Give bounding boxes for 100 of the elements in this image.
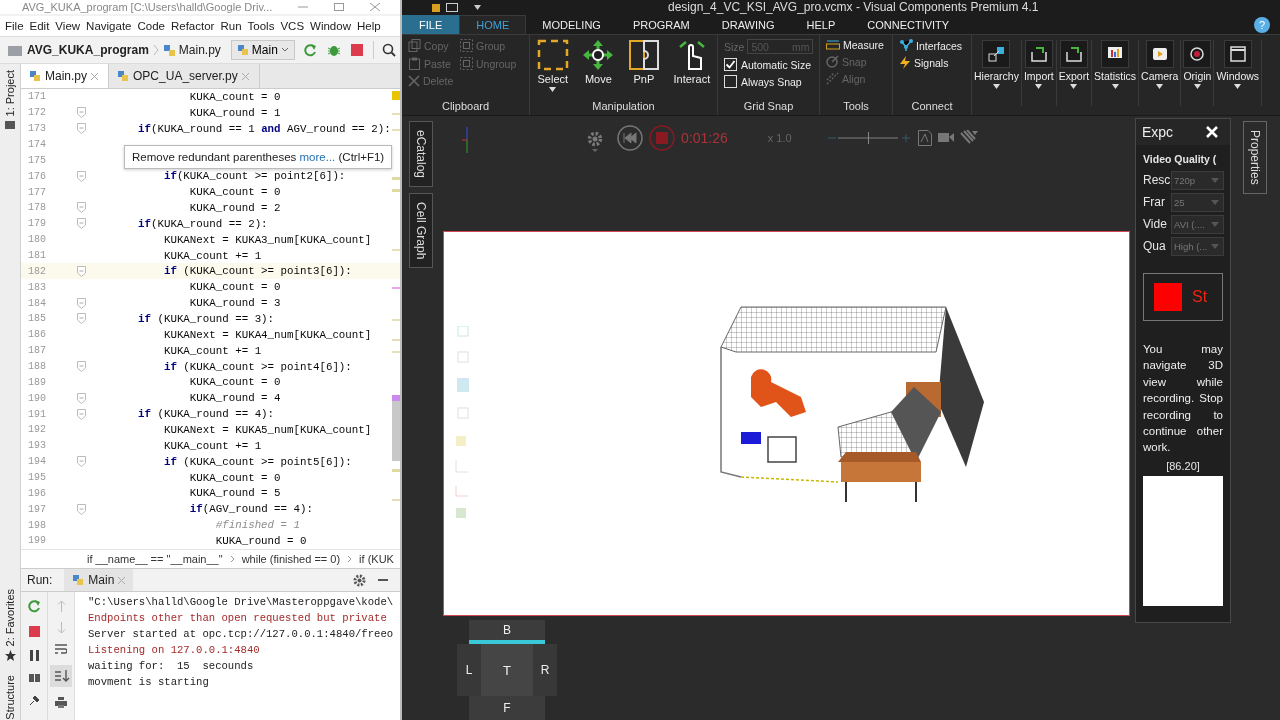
fold-marker-icon[interactable]	[77, 313, 86, 325]
export-button[interactable]: Export	[1056, 40, 1093, 106]
fold-marker-icon[interactable]	[77, 265, 86, 277]
fold-marker-icon[interactable]	[77, 361, 86, 373]
side-tab[interactable]: 2: Favorites	[4, 588, 16, 647]
copy-icon	[408, 39, 421, 52]
menu-item[interactable]: Code	[137, 20, 165, 32]
run-config-dropdown[interactable]: Main	[230, 40, 295, 60]
video-camera-icon[interactable]	[937, 132, 954, 144]
up-arrow-icon[interactable]	[56, 600, 66, 612]
fold-marker-icon[interactable]	[77, 202, 86, 214]
plus-icon[interactable]	[901, 131, 910, 144]
navigation-cube[interactable]: B L T R F	[457, 620, 557, 720]
statistics-button[interactable]: Statistics	[1092, 40, 1140, 106]
ribbon-tab[interactable]: MODELING	[526, 15, 617, 34]
run-tab[interactable]: Main	[64, 569, 134, 591]
code-line: if (KUKA_count >= point4[6]):	[162, 360, 352, 373]
breadcrumb[interactable]: if __name__ == "__main__"	[87, 553, 223, 565]
scroll-end-icon[interactable]	[50, 665, 72, 687]
stop-record-icon[interactable]	[649, 124, 675, 151]
checkbox[interactable]	[724, 75, 737, 88]
ribbon-tab[interactable]: HELP	[790, 15, 852, 34]
checkbox[interactable]	[724, 58, 737, 71]
rewind-icon[interactable]	[617, 124, 643, 151]
pause-icon[interactable]	[29, 650, 39, 661]
properties-tab[interactable]: Properties	[1242, 121, 1267, 194]
save-icon[interactable]	[446, 3, 458, 12]
move-icon	[582, 39, 615, 71]
side-tab[interactable]: Structure	[4, 675, 16, 720]
menu-item[interactable]: File	[5, 20, 24, 32]
rerun-icon[interactable]	[302, 43, 317, 57]
search-icon[interactable]	[381, 43, 396, 57]
side-tab[interactable]: 1: Project	[4, 70, 16, 117]
hierarchy-button[interactable]: Hierarchy	[972, 40, 1022, 106]
origin-button[interactable]: Origin	[1181, 40, 1215, 106]
ribbon-tab[interactable]: HOME	[459, 15, 527, 34]
chevron-icon	[229, 555, 235, 563]
more-link[interactable]: more...	[299, 151, 336, 163]
ribbon-tab[interactable]: PROGRAM	[616, 15, 706, 34]
ribbon-tab[interactable]: DRAWING	[705, 15, 791, 34]
filter-icon[interactable]	[959, 129, 978, 146]
tool-button[interactable]: Measure	[826, 39, 892, 51]
print-icon[interactable]	[55, 697, 67, 708]
file-tab[interactable]: Main.py	[21, 64, 110, 88]
fold-marker-icon[interactable]	[77, 123, 86, 135]
fold-marker-icon[interactable]	[77, 218, 86, 230]
fold-marker-icon[interactable]	[77, 456, 86, 468]
connect-button[interactable]: Signals	[899, 56, 971, 69]
interact-button[interactable]: Interact	[673, 39, 711, 92]
project-name[interactable]: AVG_KUKA_program	[27, 43, 149, 57]
file-tab[interactable]: FILE	[402, 15, 460, 34]
code-line: KUKANext = KUKA5_num[KUKA_count]	[162, 423, 372, 436]
menu-item[interactable]: Help	[356, 20, 381, 32]
stop-icon[interactable]	[350, 44, 363, 56]
connect-button[interactable]: Interfaces	[899, 39, 971, 52]
breadcrumb[interactable]: if (KUK	[359, 553, 394, 565]
pnp-button[interactable]: PnP	[627, 39, 660, 92]
pin-icon[interactable]	[28, 695, 40, 706]
stop-icon[interactable]	[28, 626, 40, 637]
maximize-icon[interactable]	[334, 3, 345, 11]
fold-marker-icon[interactable]	[77, 503, 86, 515]
rerun-icon[interactable]	[27, 600, 41, 613]
side-tab[interactable]: Cell Graph	[409, 193, 433, 269]
menu-item[interactable]: Edit	[29, 20, 50, 32]
menu-item[interactable]: Window	[310, 20, 351, 32]
code-line: KUKANext = KUKA3_num[KUKA_count]	[162, 233, 372, 246]
move-button[interactable]: Move	[582, 39, 615, 92]
menu-item[interactable]: VCS	[280, 20, 305, 32]
ribbon-tab[interactable]: CONNECTIVITY	[851, 15, 966, 34]
fold-marker-icon[interactable]	[77, 392, 86, 404]
minimize-icon[interactable]	[298, 3, 309, 11]
stop-button[interactable]: St	[1143, 273, 1223, 321]
breadcrumb[interactable]: while (finished == 0)	[241, 553, 341, 565]
layout-icon[interactable]	[28, 674, 40, 682]
select-button[interactable]: Select	[536, 39, 569, 92]
camera-button[interactable]: Camera	[1139, 40, 1182, 106]
menu-item[interactable]: View	[55, 20, 81, 32]
fold-marker-icon[interactable]	[77, 170, 86, 182]
menu-item[interactable]: Refactor	[170, 20, 215, 32]
import-button[interactable]: Import	[1021, 40, 1057, 106]
down-arrow-icon[interactable]	[56, 622, 66, 634]
settings-icon[interactable]	[353, 573, 366, 587]
pdf-icon[interactable]	[917, 129, 932, 146]
bug-icon[interactable]	[326, 43, 341, 57]
line-number: 178	[27, 202, 47, 214]
fold-marker-icon[interactable]	[77, 297, 86, 309]
file-name[interactable]: Main.py	[178, 43, 221, 57]
fold-marker-icon[interactable]	[77, 107, 86, 119]
fold-marker-icon[interactable]	[77, 408, 86, 420]
caret-icon[interactable]	[474, 5, 481, 10]
settings-icon[interactable]	[587, 130, 603, 153]
file-tab[interactable]: OPC_UA_server.py	[109, 64, 260, 88]
caret-icon	[1193, 84, 1201, 89]
menu-item[interactable]: Run	[220, 20, 242, 32]
menu-item[interactable]: Navigate	[86, 20, 132, 32]
puzzle-icon	[627, 39, 660, 71]
windows-button[interactable]: Windows	[1214, 40, 1263, 106]
side-tab[interactable]: eCatalog	[409, 121, 433, 188]
menu-item[interactable]: Tools	[247, 20, 275, 32]
wrap-icon[interactable]	[55, 644, 67, 655]
